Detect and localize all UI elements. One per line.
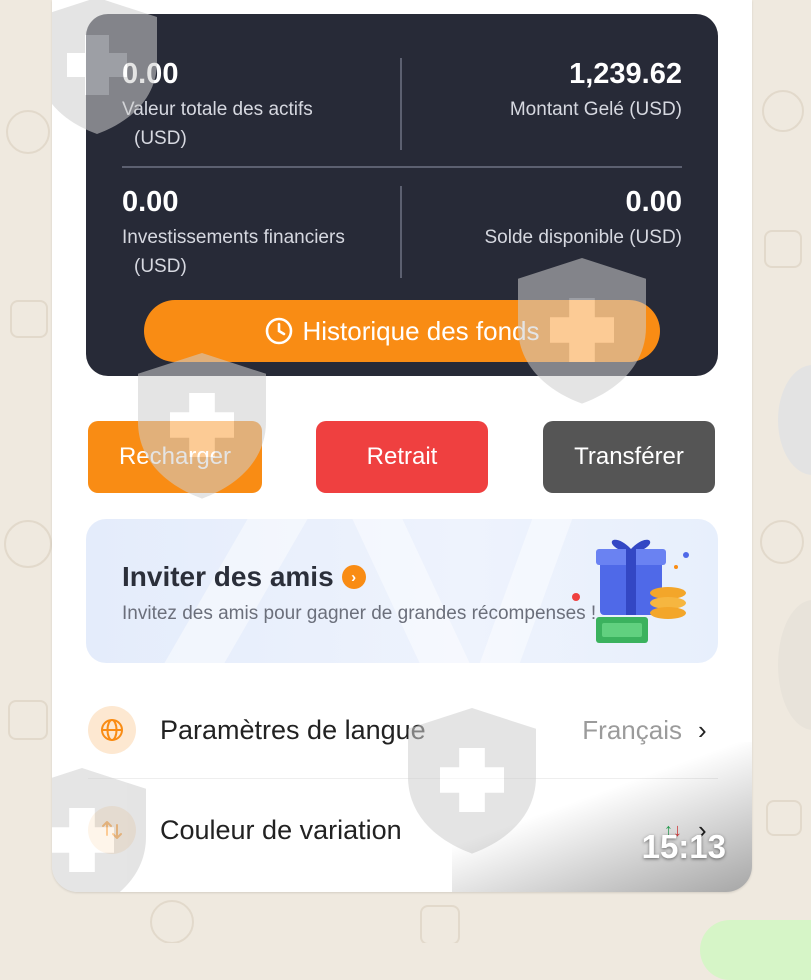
investments-value: 0.00 — [122, 186, 179, 218]
frozen-amount-value: 1,239.62 — [569, 58, 682, 90]
variation-color-label: Couleur de variation — [160, 814, 402, 845]
available-balance: 0.00 Solde disponible (USD) — [484, 186, 682, 252]
clock-icon — [266, 317, 293, 345]
divider — [122, 166, 682, 168]
divider — [400, 186, 402, 278]
funds-history-button[interactable]: Historique des fonds — [144, 300, 660, 362]
financial-investments: 0.00 Investissements financiers (USD) — [122, 186, 345, 281]
invite-friends-banner[interactable]: Inviter des amis › Invitez des amis pour… — [86, 519, 718, 663]
image-message-bubble[interactable]: 0.00 Valeur totale des actifs (USD) 1,23… — [52, 0, 752, 892]
gift-illustration-icon — [572, 539, 689, 643]
total-assets-value: 0.00 — [122, 58, 179, 90]
language-settings-row[interactable]: Paramètres de langue Français › — [88, 682, 718, 778]
frozen-amount: 1,239.62 Montant Gelé (USD) — [510, 58, 682, 124]
invite-title: Inviter des amis — [122, 561, 334, 592]
invite-subtitle: Invitez des amis pour gagner de grandes … — [122, 603, 597, 624]
divider — [400, 58, 402, 150]
globe-icon — [88, 706, 136, 754]
asset-summary-card: 0.00 Valeur totale des actifs (USD) 1,23… — [86, 14, 718, 376]
available-balance-value: 0.00 — [625, 186, 682, 218]
variation-color-row[interactable]: Couleur de variation ↑↓ › — [88, 782, 718, 878]
total-assets-label: Valeur totale des actifs — [122, 99, 313, 120]
total-assets: 0.00 Valeur totale des actifs (USD) — [122, 58, 313, 153]
current-language-value: Français — [582, 714, 682, 745]
available-balance-unit: (USD) — [629, 227, 682, 248]
investments-label: Investissements financiers — [122, 227, 345, 248]
message-timestamp: 15:13 — [641, 828, 726, 865]
screenshot-image[interactable]: 0.00 Valeur totale des actifs (USD) 1,23… — [52, 0, 752, 892]
swap-icon — [88, 806, 136, 854]
frozen-amount-unit: (USD) — [629, 99, 682, 120]
total-assets-unit: (USD) — [134, 128, 187, 149]
frozen-amount-label: Montant Gelé — [509, 99, 624, 120]
divider — [88, 778, 718, 779]
transfer-button[interactable]: Transférer — [543, 421, 715, 493]
language-settings-label: Paramètres de langue — [160, 714, 426, 745]
available-balance-label: Solde disponible — [484, 227, 624, 248]
funds-history-label: Historique des fonds — [302, 315, 540, 346]
outgoing-bubble-edge — [700, 920, 811, 980]
chevron-right-icon: › — [698, 714, 707, 745]
arrow-right-icon: › — [341, 565, 366, 589]
investments-unit: (USD) — [134, 256, 187, 277]
recharge-button[interactable]: Recharger — [88, 421, 262, 493]
withdraw-button[interactable]: Retrait — [316, 421, 488, 493]
